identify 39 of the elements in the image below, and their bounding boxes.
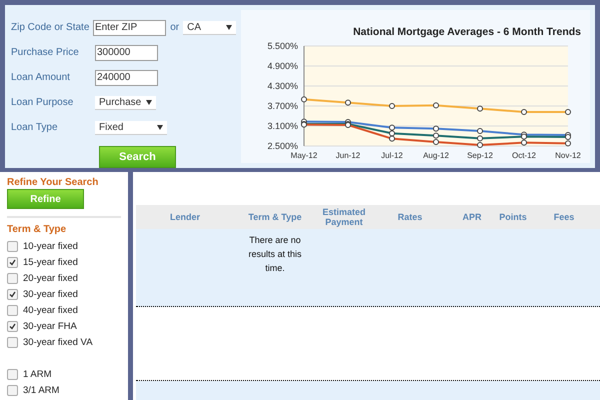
option-label: 40-year fixed	[23, 304, 78, 316]
chart-title: National Mortgage Averages - 6 Month Trends	[353, 26, 581, 38]
option-label: 30-year fixed	[23, 288, 78, 300]
field-label: Zip Code or State	[11, 22, 90, 33]
y-tick-label: 4.300%	[267, 81, 298, 91]
y-tick-label: 4.900%	[267, 61, 298, 71]
field-label: Loan Amount	[11, 72, 71, 83]
field-label: Loan Type	[11, 122, 59, 133]
sidebar-title: Refine Your Search	[7, 177, 100, 188]
x-tick-label: May-12	[290, 151, 318, 160]
option-label: 30-year FHA	[23, 320, 77, 332]
option-label: 1 ARM	[23, 368, 52, 380]
y-tick-label: 3.700%	[267, 101, 298, 111]
x-tick-label: Aug-12	[423, 151, 449, 160]
column-header: Term & Type	[247, 212, 303, 222]
option-label: 15-year fixed	[23, 256, 78, 268]
section-title: Term & Type	[7, 224, 68, 235]
x-tick-label: Sep-12	[467, 151, 493, 160]
column-header: Points	[498, 212, 528, 222]
option-label: 30-year fixed VA	[23, 336, 93, 348]
option-label: 10-year fixed	[23, 240, 78, 252]
column-header: Fees	[552, 212, 576, 222]
y-tick-label: 3.100%	[267, 121, 298, 131]
option-label: 20-year fixed	[23, 272, 78, 284]
option-label: 3/1 ARM	[23, 384, 60, 396]
column-header: Rates	[396, 212, 424, 222]
or-label: or	[170, 22, 180, 33]
x-tick-label: Oct-12	[512, 151, 536, 160]
y-tick-label: 2.500%	[267, 141, 298, 151]
empty-message: There are no results at this time.	[247, 234, 303, 275]
field-label: Purchase Price	[11, 47, 80, 58]
column-header: Lender	[168, 212, 201, 222]
column-header: Estimated Payment	[321, 207, 366, 227]
x-tick-label: Jul-12	[381, 151, 403, 160]
field-label: Loan Purpose	[11, 97, 74, 108]
y-tick-label: 5.500%	[267, 41, 298, 51]
x-tick-label: Jun-12	[336, 151, 360, 160]
column-header: APR	[461, 212, 482, 222]
x-tick-label: Nov-12	[555, 151, 581, 160]
